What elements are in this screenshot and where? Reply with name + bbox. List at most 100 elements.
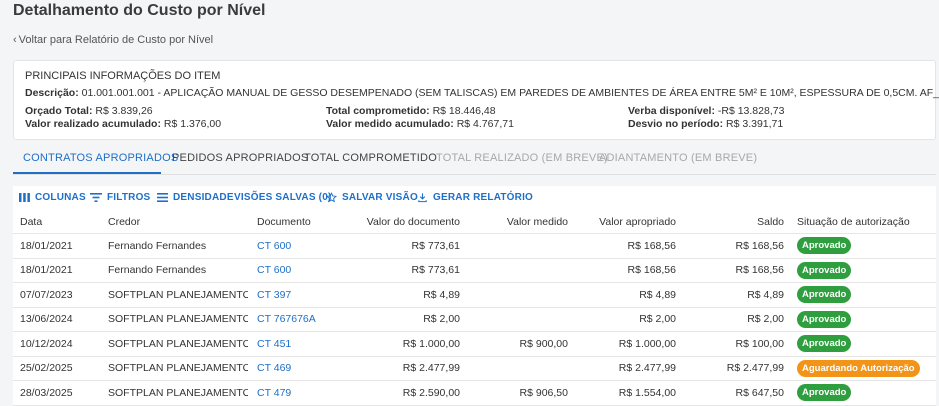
medido-label: Valor medido acumulado:: [326, 118, 454, 130]
tab-contratos-apropriados[interactable]: CONTRATOS APROPRIADOS: [23, 152, 178, 164]
cell-documento-value[interactable]: CT 397: [257, 289, 291, 301]
total-comprometido: Total comprometido: R$ 18.446,48: [326, 105, 496, 117]
cell-valor-medido: [468, 234, 568, 258]
cell-saldo: R$ 168,56: [683, 234, 784, 258]
cell-data-value: 07/07/2023: [20, 288, 73, 301]
cell-situacao: Aprovado: [797, 332, 932, 356]
cell-documento: CT 600: [257, 234, 357, 258]
density-button[interactable]: DENSIDADE: [157, 192, 234, 203]
cell-documento-value[interactable]: CT 451: [257, 338, 291, 350]
save-view-button[interactable]: SALVAR VISÃO: [326, 192, 418, 203]
cell-valor-apropriado: R$ 168,56: [568, 259, 676, 283]
table-header-row: Data Credor Documento Valor do documento…: [13, 210, 936, 234]
desvio-periodo: Desvio no período: R$ 3.391,71: [628, 118, 783, 130]
cell-credor-value: SOFTPLAN PLANEJAMENTO ...: [108, 313, 248, 326]
cell-credor: Fernando Fernandes: [108, 234, 248, 258]
cell-data: 18/01/2021: [20, 234, 100, 258]
cell-documento-value[interactable]: CT 600: [257, 240, 291, 252]
cell-valor-apropriado-value: R$ 4,89: [639, 288, 676, 301]
desvio-value: R$ 3.391,71: [726, 118, 784, 130]
header-credor[interactable]: Credor: [108, 210, 248, 233]
cell-saldo-value: R$ 100,00: [735, 337, 784, 350]
cell-saldo-value: R$ 4,89: [747, 288, 784, 301]
columns-button[interactable]: COLUNAS: [19, 192, 86, 203]
cell-credor-value: SOFTPLAN PLANEJAMENTO ...: [108, 337, 248, 350]
cell-data: 25/02/2025: [20, 357, 100, 381]
cell-saldo: R$ 2.477,99: [683, 357, 784, 381]
cell-valor-documento: R$ 4,89: [343, 283, 460, 307]
realizado-value: R$ 1.376,00: [163, 118, 222, 130]
cell-credor-value: Fernando Fernandes: [108, 264, 207, 277]
columns-icon: [19, 193, 30, 202]
filters-button[interactable]: FILTROS: [90, 192, 150, 203]
cell-situacao: Aprovado: [797, 283, 932, 307]
status-badge: Aprovado: [797, 335, 852, 353]
cell-valor-documento-value: R$ 1.000,00: [402, 337, 460, 350]
cell-documento-value[interactable]: CT 479: [257, 387, 291, 399]
header-valor-medido[interactable]: Valor medido: [468, 210, 568, 233]
cell-documento: CT 767676A: [257, 308, 357, 332]
header-situacao[interactable]: Situação de autorização: [797, 210, 932, 233]
cell-data: 18/01/2021: [20, 259, 100, 283]
density-icon: [157, 193, 168, 202]
back-link[interactable]: ‹ Voltar para Relatório de Custo por Níve…: [13, 34, 213, 46]
saved-views-button[interactable]: VISÕES SALVAS (0): [234, 192, 332, 203]
page-title: Detalhamento do Custo por Nível: [13, 2, 266, 19]
cell-situacao: Aprovado: [797, 381, 932, 405]
cell-saldo-value: R$ 168,56: [735, 239, 784, 252]
table-row[interactable]: 13/06/2024 SOFTPLAN PLANEJAMENTO ... CT 76…: [13, 308, 936, 332]
density-label: DENSIDADE: [173, 192, 234, 203]
saved-views-label: VISÕES SALVAS (0): [234, 192, 332, 203]
cell-documento-value[interactable]: CT 600: [257, 264, 291, 276]
cell-valor-apropriado: R$ 4,89: [568, 283, 676, 307]
item-info-card: PRINCIPAIS INFORMAÇÕES DO ITEM Descrição…: [13, 60, 939, 140]
header-documento[interactable]: Documento: [257, 210, 357, 233]
table-row[interactable]: 10/12/2024 SOFTPLAN PLANEJAMENTO ... CT 45…: [13, 332, 936, 357]
cell-saldo: R$ 100,00: [683, 332, 784, 356]
cell-data-value: 10/12/2024: [20, 337, 73, 350]
table-row[interactable]: 18/01/2021 Fernando Fernandes CT 600 R$ 773…: [13, 234, 936, 259]
cell-valor-apropriado-value: R$ 168,56: [627, 264, 676, 277]
header-valor-apropriado[interactable]: Valor apropriado: [568, 210, 676, 233]
status-badge: Aguardando Autorização: [797, 359, 920, 377]
cell-valor-medido-value: R$ 906,50: [519, 386, 568, 399]
cell-valor-medido: R$ 906,50: [468, 381, 568, 405]
table-row[interactable]: 28/03/2025 SOFTPLAN PLANEJAMENTO ... CT 47…: [13, 381, 936, 406]
cell-valor-documento: R$ 773,61: [343, 259, 460, 283]
cell-documento-value[interactable]: CT 469: [257, 362, 291, 374]
cell-saldo: R$ 2,00: [683, 308, 784, 332]
columns-label: COLUNAS: [35, 192, 86, 203]
table-row[interactable]: 25/02/2025 SOFTPLAN PLANEJAMENTO ... CT 46…: [13, 357, 936, 381]
contracts-table: Data Credor Documento Valor do documento…: [13, 210, 936, 406]
table-row[interactable]: 07/07/2023 SOFTPLAN PLANEJAMENTO ... CT 39…: [13, 283, 936, 308]
cell-data-value: 25/02/2025: [20, 362, 73, 375]
cell-valor-documento-value: R$ 4,89: [423, 288, 460, 301]
cell-valor-apropriado-value: R$ 2,00: [639, 313, 676, 326]
header-data[interactable]: Data: [20, 210, 100, 233]
tab-pedidos-apropriados[interactable]: PEDIDOS APROPRIADOS: [172, 152, 308, 164]
orcado-label: Orçado Total:: [25, 105, 93, 117]
comprometido-label: Total comprometido:: [326, 105, 430, 117]
cell-saldo-value: R$ 168,56: [735, 264, 784, 277]
header-saldo[interactable]: Saldo: [683, 210, 784, 233]
desvio-label: Desvio no período:: [628, 118, 724, 130]
cell-documento-value[interactable]: CT 767676A: [257, 313, 316, 325]
tab-total-comprometido[interactable]: TOTAL COMPROMETIDO: [304, 152, 437, 164]
cell-documento: CT 397: [257, 283, 357, 307]
cell-credor-value: SOFTPLAN PLANEJAMENTO ...: [108, 288, 248, 301]
status-badge: Aprovado: [797, 310, 852, 328]
cell-valor-apropriado-value: R$ 1.000,00: [618, 337, 676, 350]
cell-credor: SOFTPLAN PLANEJAMENTO ...: [108, 308, 248, 332]
cell-credor: Fernando Fernandes: [108, 259, 248, 283]
cell-saldo-value: R$ 2,00: [747, 313, 784, 326]
cell-valor-apropriado-value: R$ 2.477,99: [618, 362, 676, 375]
header-valor-documento[interactable]: Valor do documento: [343, 210, 460, 233]
save-view-label: SALVAR VISÃO: [342, 192, 418, 203]
table-row[interactable]: 18/01/2021 Fernando Fernandes CT 600 R$ 773…: [13, 259, 936, 283]
cell-credor: SOFTPLAN PLANEJAMENTO ...: [108, 357, 248, 381]
generate-report-button[interactable]: GERAR RELATÓRIO: [417, 192, 533, 203]
cell-documento: CT 479: [257, 381, 357, 405]
cell-saldo: R$ 4,89: [683, 283, 784, 307]
cell-valor-medido: [468, 283, 568, 307]
chevron-left-icon: ‹: [13, 34, 17, 46]
